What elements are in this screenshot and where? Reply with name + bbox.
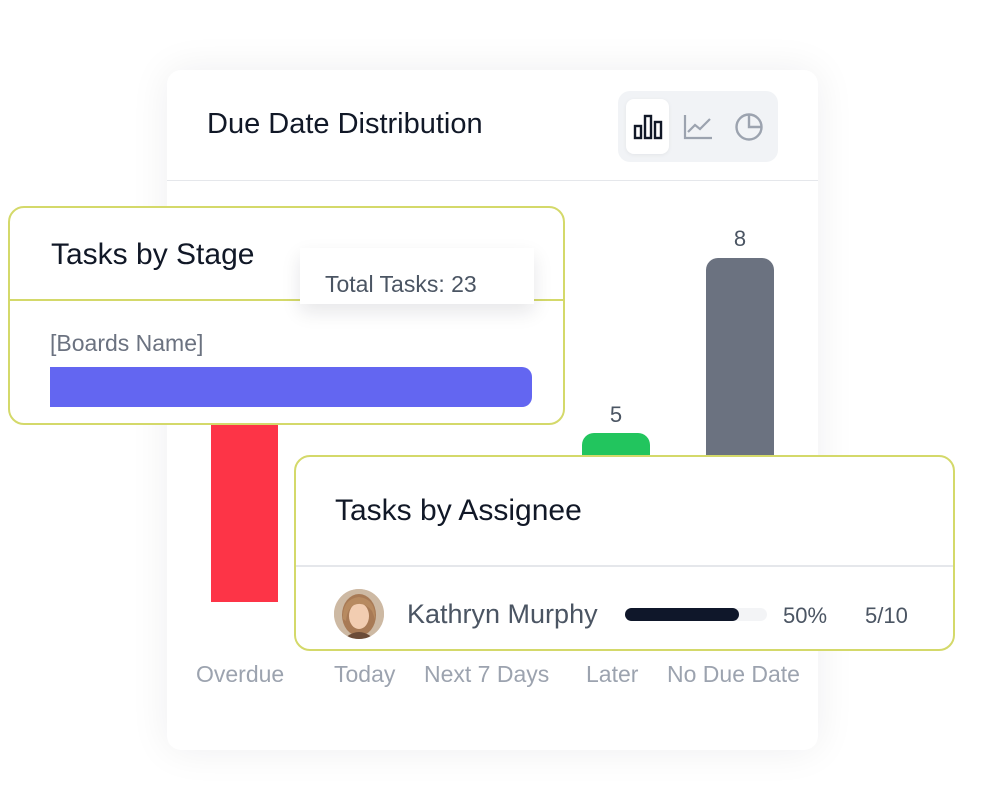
avatar[interactable]	[334, 589, 384, 639]
x-label-overdue: Overdue	[196, 661, 285, 687]
x-label-today: Today	[334, 661, 396, 687]
bar-chart-button[interactable]	[626, 99, 669, 154]
tasks-by-stage-title: Tasks by Stage	[51, 238, 255, 271]
chart-type-switcher	[618, 91, 778, 162]
data-label-no-due-date: 8	[733, 226, 747, 251]
tasks-by-stage-card: Tasks by Stage [Boards Name]	[8, 206, 565, 425]
line-chart-icon	[683, 114, 712, 139]
assignee-name: Kathryn Murphy	[407, 599, 598, 629]
board-name-label: [Boards Name]	[50, 330, 204, 356]
line-chart-button[interactable]	[676, 99, 719, 154]
assignee-progress-track	[625, 608, 767, 621]
pie-chart-icon	[734, 112, 763, 141]
due-date-title: Due Date Distribution	[207, 108, 483, 140]
assignee-percent: 50%	[783, 603, 828, 628]
assignee-progress-fill	[625, 608, 739, 621]
total-tasks-text: Total Tasks: 23	[325, 271, 477, 297]
x-label-next-7-days: Next 7 Days	[424, 661, 550, 687]
avatar-photo	[334, 589, 384, 639]
tasks-by-assignee-title: Tasks by Assignee	[335, 494, 582, 527]
data-label-later: 5	[609, 402, 623, 427]
header-divider	[167, 180, 818, 181]
assignee-count: 5/10	[865, 603, 908, 628]
assignee-divider	[296, 565, 953, 567]
bar-no-due-date	[706, 258, 774, 468]
pie-chart-button[interactable]	[727, 99, 770, 154]
tasks-by-assignee-card: Tasks by Assignee Kathryn Murphy 50% 5/1…	[294, 455, 955, 651]
bar-overdue	[211, 400, 278, 602]
bar-chart-icon	[633, 114, 662, 139]
x-label-no-due-date: No Due Date	[667, 661, 800, 687]
x-label-later: Later	[586, 661, 639, 687]
stage-progress-bar[interactable]	[50, 367, 532, 407]
total-tasks-tooltip: Total Tasks: 23	[300, 248, 534, 304]
